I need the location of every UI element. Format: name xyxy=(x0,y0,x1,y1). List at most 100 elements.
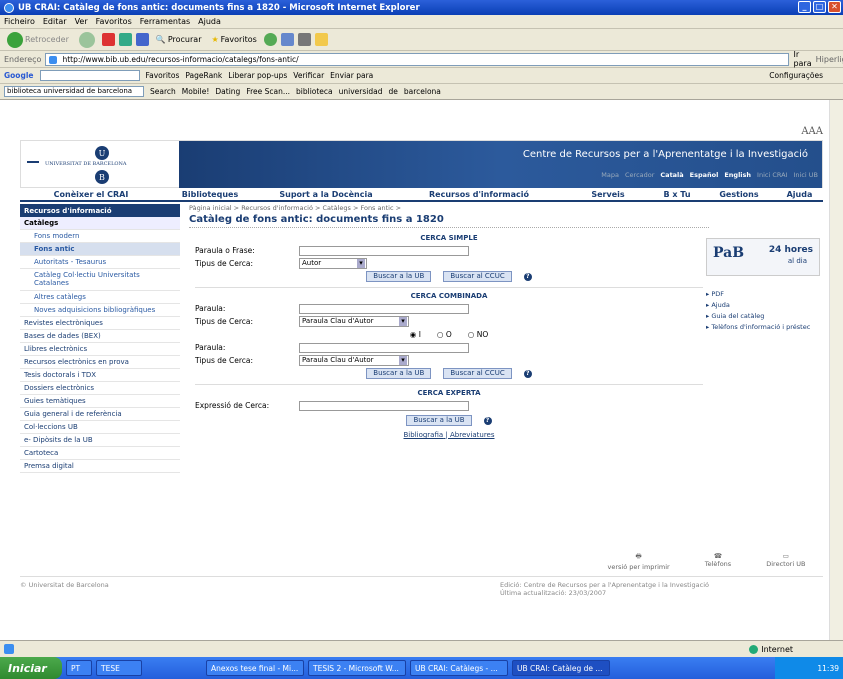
menu-favorites[interactable]: Favoritos xyxy=(96,17,132,26)
pdf-link[interactable]: ▸ PDF xyxy=(706,290,820,298)
link-english[interactable]: English xyxy=(724,171,751,179)
back-button[interactable]: Retroceder xyxy=(4,31,72,49)
menu-help[interactable]: Ajuda xyxy=(198,17,221,26)
toolbar-word-biblioteca[interactable]: biblioteca xyxy=(296,87,333,96)
toolbar-search-input[interactable]: biblioteca universidad de barcelona xyxy=(4,86,144,97)
vertical-scrollbar[interactable] xyxy=(829,100,843,640)
leftnav-item[interactable]: Revistes electròniques xyxy=(20,317,180,330)
search-type-select[interactable]: Autor xyxy=(299,258,367,269)
maximize-button[interactable]: □ xyxy=(813,1,826,13)
combined-search-ub-button[interactable]: Buscar a la UB xyxy=(366,368,432,379)
toolbar-word-barcelona[interactable]: barcelona xyxy=(404,87,441,96)
home-icon[interactable] xyxy=(135,33,149,46)
forward-button[interactable] xyxy=(76,31,98,49)
leftnav-item[interactable]: Premsa digital xyxy=(20,460,180,473)
phrase-input[interactable] xyxy=(299,245,469,256)
help-icon[interactable]: ? xyxy=(483,416,492,425)
nav-serveis[interactable]: Serveis xyxy=(564,188,652,200)
phones-footer-link[interactable]: ☎ Telèfons xyxy=(705,552,731,571)
refresh-icon[interactable] xyxy=(118,33,132,46)
history-icon[interactable] xyxy=(263,33,277,46)
toolbar-mobile[interactable]: Mobile! xyxy=(182,87,210,96)
abbreviations-link[interactable]: Abreviatures xyxy=(450,431,495,439)
leftnav-header[interactable]: Recursos d'informació xyxy=(20,204,180,217)
leftnav-item[interactable]: Recursos electrònics en prova xyxy=(20,356,180,369)
help-link[interactable]: ▸ Ajuda xyxy=(706,301,820,309)
nav-recursos[interactable]: Recursos d'informació xyxy=(394,188,564,200)
nav-docencia[interactable]: Suport a la Docència xyxy=(258,188,394,200)
ub-logo[interactable]: U B UNIVERSITAT DE BARCELONA xyxy=(27,145,177,185)
leftnav-item[interactable]: Tesis doctorals i TDX xyxy=(20,369,180,382)
leftnav-item[interactable]: Catàlegs xyxy=(20,217,180,230)
combined-type-select[interactable]: Paraula Clau d'Autor xyxy=(299,316,409,327)
directory-link[interactable]: ▭ Directori UB xyxy=(766,552,805,571)
link-espanol[interactable]: Español xyxy=(690,171,719,179)
google-favorites[interactable]: Favoritos xyxy=(146,71,180,80)
nav-bxtu[interactable]: B x Tu xyxy=(652,188,702,200)
start-button[interactable]: Iniciar xyxy=(0,657,62,679)
leftnav-item[interactable]: Noves adquisicions bibliogràfiques xyxy=(20,304,180,317)
menu-edit[interactable]: Editar xyxy=(43,17,67,26)
google-verify[interactable]: Verificar xyxy=(293,71,324,80)
nav-biblioteques[interactable]: Biblioteques xyxy=(162,188,258,200)
taskbar-item[interactable]: UB CRAI: Catàlegs - ... xyxy=(410,660,508,676)
nav-ajuda[interactable]: Ajuda xyxy=(776,188,823,200)
menu-view[interactable]: Ver xyxy=(75,17,88,26)
help-icon[interactable]: ? xyxy=(523,272,532,281)
combined-search-ccuc-button[interactable]: Buscar al CCUC xyxy=(443,368,512,379)
leftnav-item[interactable]: Fons modern xyxy=(20,230,180,243)
close-button[interactable]: ✕ xyxy=(828,1,841,13)
google-popups[interactable]: Liberar pop-ups xyxy=(228,71,287,80)
toolbar-freescan[interactable]: Free Scan... xyxy=(246,87,290,96)
taskbar-item[interactable]: Anexos tese final - Mi... xyxy=(206,660,304,676)
toolbar-word-de[interactable]: de xyxy=(388,87,397,96)
taskbar-item[interactable]: UB CRAI: Catàleg de ... xyxy=(512,660,610,676)
menu-tools[interactable]: Ferramentas xyxy=(140,17,190,26)
minimize-button[interactable]: _ xyxy=(798,1,811,13)
google-search-input[interactable] xyxy=(39,70,140,81)
word2-input[interactable] xyxy=(299,342,469,353)
operator-or-radio[interactable]: ○ O xyxy=(437,330,452,339)
leftnav-item[interactable]: Cartoteca xyxy=(20,447,180,460)
pab-24h-banner[interactable]: PaB 24 hores al dia xyxy=(706,238,820,276)
leftnav-item[interactable]: Guies temàtiques xyxy=(20,395,180,408)
font-size-control[interactable]: AAA xyxy=(801,126,823,137)
leftnav-item[interactable]: Dossiers electrònics xyxy=(20,382,180,395)
toolbar-word-universidad[interactable]: universidad xyxy=(339,87,383,96)
operator-not-radio[interactable]: ○ NO xyxy=(468,330,488,339)
simple-search-ub-button[interactable]: Buscar a la UB xyxy=(366,271,432,282)
taskbar-item[interactable]: PT xyxy=(66,660,92,676)
operator-and-radio[interactable]: ◉ I xyxy=(410,330,421,339)
google-settings[interactable]: Configurações xyxy=(769,71,823,80)
link-cercador[interactable]: Cercador xyxy=(625,171,654,179)
taskbar-item[interactable]: TESIS 2 - Microsoft W... xyxy=(308,660,406,676)
links-label[interactable]: Hiperligações xyxy=(816,55,843,64)
catalog-guide-link[interactable]: ▸ Guia del catàleg xyxy=(706,312,820,320)
link-mapa[interactable]: Mapa xyxy=(601,171,619,179)
menu-file[interactable]: Ficheiro xyxy=(4,17,35,26)
expert-search-ub-button[interactable]: Buscar a la UB xyxy=(406,415,472,426)
help-icon[interactable]: ? xyxy=(523,369,532,378)
combined-type2-select[interactable]: Paraula Clau d'Autor xyxy=(299,355,409,366)
mail-icon[interactable] xyxy=(280,33,294,46)
favorites-button[interactable]: ★ Favoritos xyxy=(208,34,259,45)
link-inici-crai[interactable]: Inici CRAI xyxy=(757,171,787,179)
nav-gestions[interactable]: Gestions xyxy=(702,188,776,200)
go-button[interactable]: Ir para xyxy=(793,50,811,68)
leftnav-item[interactable]: Llibres electrònics xyxy=(20,343,180,356)
word-input[interactable] xyxy=(299,303,469,314)
leftnav-item[interactable]: Guia general i de referència xyxy=(20,408,180,421)
taskbar-item[interactable]: TESE xyxy=(96,660,142,676)
leftnav-item[interactable]: Fons antic xyxy=(20,243,180,256)
search-button[interactable]: 🔍 Procurar xyxy=(153,34,205,45)
leftnav-item[interactable]: Bases de dades (BEX) xyxy=(20,330,180,343)
leftnav-item[interactable]: Col·leccions UB xyxy=(20,421,180,434)
phones-link[interactable]: ▸ Telèfons d'informació i préstec xyxy=(706,323,820,331)
leftnav-item[interactable]: Catàleg Col·lectiu Universitats Catalane… xyxy=(20,269,180,291)
print-icon[interactable] xyxy=(297,33,311,46)
google-sendto[interactable]: Enviar para xyxy=(330,71,373,80)
leftnav-item[interactable]: Autoritats - Tesaurus xyxy=(20,256,180,269)
link-inici-ub[interactable]: Inici UB xyxy=(793,171,818,179)
leftnav-item[interactable]: Altres catàlegs xyxy=(20,291,180,304)
breadcrumb[interactable]: Pàgina inicial > Recursos d'informació >… xyxy=(189,204,709,212)
